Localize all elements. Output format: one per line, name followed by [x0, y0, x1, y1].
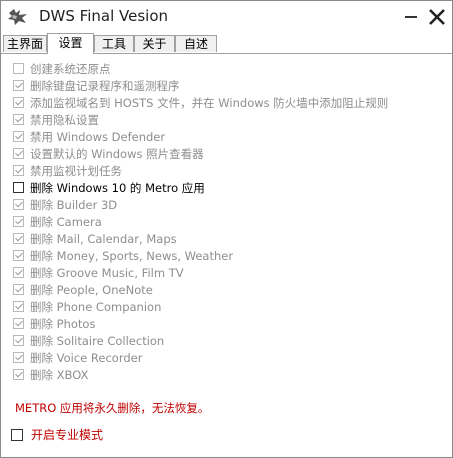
option-checkbox — [13, 148, 24, 159]
option-label: 删除 Solitaire Collection — [30, 333, 165, 348]
option-label: 禁用 Windows Defender — [30, 129, 166, 144]
option-checkbox — [13, 284, 24, 295]
tab-readme[interactable]: 自述 — [175, 35, 217, 52]
option-checkbox — [13, 97, 24, 108]
option-label: 删除 Windows 10 的 Metro 应用 — [30, 180, 205, 195]
option-row: 删除 Solitaire Collection — [13, 332, 164, 349]
option-checkbox — [13, 199, 24, 210]
option-checkbox — [13, 63, 24, 74]
option-checkbox — [13, 131, 24, 142]
option-checkbox — [13, 369, 24, 380]
option-row: 删除 XBOX — [13, 366, 88, 383]
option-label: 删除 Photos — [30, 316, 96, 331]
option-label: 创建系统还原点 — [30, 61, 111, 76]
option-label: 删除 People, OneNote — [30, 282, 153, 297]
option-row: 设置默认的 Windows 照片查看器 — [13, 145, 204, 162]
option-label: 删除 Groove Music, Film TV — [30, 265, 184, 280]
tab-tools[interactable]: 工具 — [94, 35, 134, 52]
option-label: 删除 Money, Sports, News, Weather — [30, 248, 234, 263]
option-row: 删除键盘记录程序和遥测程序 — [13, 77, 180, 94]
option-checkbox — [13, 80, 24, 91]
tab-settings[interactable]: 设置 — [47, 33, 94, 54]
option-row: 删除 Camera — [13, 213, 102, 230]
option-label: 删除 Builder 3D — [30, 197, 118, 212]
option-label: 删除 Mail, Calendar, Maps — [30, 231, 177, 246]
option-label: 添加监视域名到 HOSTS 文件，并在 Windows 防火墙中添加阻止规则 — [30, 95, 389, 110]
option-label: 禁用监视计划任务 — [30, 163, 122, 178]
option-row: 创建系统还原点 — [13, 60, 111, 77]
tab-main[interactable]: 主界面 — [3, 35, 47, 52]
option-row: 删除 Phone Companion — [13, 298, 161, 315]
option-checkbox — [13, 216, 24, 227]
option-checkbox — [13, 114, 24, 125]
option-checkbox — [13, 335, 24, 346]
app-window: DWS Final Vesion 主界面 设置 工具 关于 自述 创建系统还原点… — [0, 0, 453, 458]
warning-text: METRO 应用将永久删除，无法恢复。 — [15, 401, 210, 415]
option-row: 删除 Photos — [13, 315, 95, 332]
expert-mode-label: 开启专业模式 — [31, 428, 104, 442]
tab-bar: 主界面 设置 工具 关于 自述 — [1, 33, 452, 54]
settings-panel: 创建系统还原点删除键盘记录程序和遥测程序添加监视域名到 HOSTS 文件，并在 … — [1, 54, 452, 457]
option-checkbox — [13, 352, 24, 363]
window-title: DWS Final Vesion — [39, 7, 169, 25]
option-row: 禁用 Windows Defender — [13, 128, 165, 145]
option-checkbox — [13, 267, 24, 278]
option-row[interactable]: 删除 Windows 10 的 Metro 应用 — [13, 179, 205, 196]
option-label: 删除 Camera — [30, 214, 102, 229]
option-row: 删除 People, OneNote — [13, 281, 153, 298]
option-checkbox — [13, 301, 24, 312]
option-row: 删除 Money, Sports, News, Weather — [13, 247, 233, 264]
option-row: 禁用隐私设置 — [13, 111, 99, 128]
option-checkbox[interactable] — [13, 182, 24, 193]
option-row: 删除 Groove Music, Film TV — [13, 264, 184, 281]
option-checkbox — [13, 318, 24, 329]
option-label: 设置默认的 Windows 照片查看器 — [30, 146, 204, 161]
option-row: 禁用监视计划任务 — [13, 162, 122, 179]
expert-mode-option[interactable]: 开启专业模式 — [11, 426, 103, 443]
option-checkbox — [13, 250, 24, 261]
option-label: 禁用隐私设置 — [30, 112, 99, 127]
option-row: 删除 Mail, Calendar, Maps — [13, 230, 177, 247]
option-label: 删除 XBOX — [30, 367, 89, 382]
app-logo-icon — [8, 9, 27, 25]
option-row: 添加监视域名到 HOSTS 文件，并在 Windows 防火墙中添加阻止规则 — [13, 94, 388, 111]
minimize-icon[interactable] — [399, 5, 423, 29]
close-icon[interactable] — [425, 5, 449, 29]
option-checkbox — [13, 233, 24, 244]
expert-mode-checkbox[interactable] — [11, 428, 23, 441]
option-label: 删除键盘记录程序和遥测程序 — [30, 78, 180, 93]
option-row: 删除 Voice Recorder — [13, 349, 142, 366]
option-checkbox — [13, 165, 24, 176]
tab-about[interactable]: 关于 — [134, 35, 175, 52]
title-bar[interactable]: DWS Final Vesion — [1, 1, 452, 33]
option-label: 删除 Phone Companion — [30, 299, 162, 314]
option-row: 删除 Builder 3D — [13, 196, 117, 213]
option-label: 删除 Voice Recorder — [30, 350, 143, 365]
